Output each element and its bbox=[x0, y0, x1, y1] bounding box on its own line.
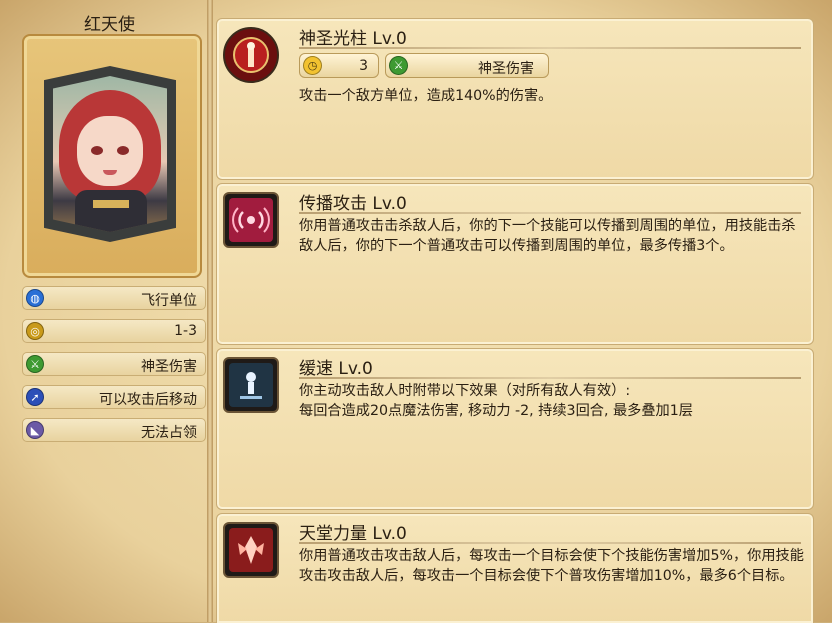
portrait-eye bbox=[91, 146, 103, 155]
damage-type-chip: ⚔ 神圣伤害 bbox=[385, 53, 549, 78]
portrait-armor bbox=[75, 190, 147, 232]
stat-move-after-attack: ➚ 可以攻击后移动 bbox=[22, 385, 206, 409]
slow-icon bbox=[223, 357, 279, 413]
skill-description: 攻击一个敌方单位，造成140%的伤害。 bbox=[299, 88, 553, 104]
clock-icon: ◷ bbox=[303, 56, 322, 75]
skill-description: 你用普通攻击击杀敌人后，你的下一个技能可以传播到周围的单位，用技能击杀敌人后，你… bbox=[299, 218, 796, 254]
portrait-frame bbox=[22, 34, 202, 278]
skill-card-heaven-power: 天堂力量 Lv.0 你用普通攻击攻击敌人后，每攻击一个目标会使下个技能伤害增加5… bbox=[216, 513, 814, 623]
skill-card-spread-attack: 传播攻击 Lv.0 你用普通攻击击杀敌人后，你的下一个技能可以传播到周围的单位，… bbox=[216, 183, 814, 345]
stat-label: 1-3 bbox=[174, 323, 197, 339]
stat-cannot-capture: ◣ 无法占领 bbox=[22, 418, 206, 442]
damage-type-label: 神圣伤害 bbox=[478, 61, 534, 77]
skill-description-line: 每回合造成20点魔法伤害, 移动力 -2, 持续3回合, 最多叠加1层 bbox=[299, 403, 693, 419]
skill-description-line: 你主动攻击敌人时附带以下效果（对所有敌人有效）: bbox=[299, 383, 631, 399]
holy-damage-icon: ⚔ bbox=[26, 355, 44, 373]
skill-description: 你用普通攻击攻击敌人后，每攻击一个目标会使下个技能伤害增加5%，你用技能攻击攻击… bbox=[299, 548, 804, 584]
portrait-armor-trim bbox=[93, 200, 129, 208]
skill-title-underline bbox=[299, 212, 801, 214]
skill-title: 神圣光柱 Lv.0 bbox=[299, 29, 407, 49]
holy-damage-icon: ⚔ bbox=[389, 56, 408, 75]
holy-pillar-icon bbox=[223, 27, 279, 83]
move-after-attack-icon: ➚ bbox=[26, 388, 44, 406]
stat-label: 飞行单位 bbox=[141, 293, 197, 309]
skill-title-underline bbox=[299, 377, 801, 379]
hero-name: 红天使 bbox=[84, 15, 135, 35]
stat-label: 可以攻击后移动 bbox=[99, 392, 197, 408]
range-icon: ◎ bbox=[26, 322, 44, 340]
hero-panel: 红天使 ◍ 飞行单位 ◎ 1-3 ⚔ 神圣伤害 ➚ 可以攻击后移动 ◣ 无法占领 bbox=[12, 0, 207, 622]
heaven-power-icon bbox=[223, 522, 279, 578]
stat-flying-unit: ◍ 飞行单位 bbox=[22, 286, 206, 310]
hero-portrait bbox=[53, 76, 167, 232]
portrait-eye bbox=[117, 146, 129, 155]
cooldown-value: 3 bbox=[359, 58, 368, 74]
skill-title: 缓速 Lv.0 bbox=[299, 359, 373, 379]
stat-label: 无法占领 bbox=[141, 425, 197, 441]
skill-title: 天堂力量 Lv.0 bbox=[299, 524, 407, 544]
panel-divider bbox=[207, 0, 213, 622]
stat-range: ◎ 1-3 bbox=[22, 319, 206, 343]
skill-title-underline bbox=[299, 542, 801, 544]
stat-label: 神圣伤害 bbox=[141, 359, 197, 375]
stat-holy-damage: ⚔ 神圣伤害 bbox=[22, 352, 206, 376]
portrait-inner bbox=[44, 66, 176, 242]
skill-title: 传播攻击 Lv.0 bbox=[299, 194, 407, 214]
skill-description: 你主动攻击敌人时附带以下效果（对所有敌人有效）: 每回合造成20点魔法伤害, 移… bbox=[299, 381, 805, 421]
portrait-face bbox=[77, 116, 143, 186]
flying-unit-icon: ◍ bbox=[26, 289, 44, 307]
spread-attack-icon bbox=[223, 192, 279, 248]
cooldown-chip: ◷ 3 bbox=[299, 53, 379, 78]
skill-title-underline bbox=[299, 47, 801, 49]
skill-card-slow: 缓速 Lv.0 你主动攻击敌人时附带以下效果（对所有敌人有效）: 每回合造成20… bbox=[216, 348, 814, 510]
cannot-capture-icon: ◣ bbox=[26, 421, 44, 439]
skill-card-holy-pillar: 神圣光柱 Lv.0 ◷ 3 ⚔ 神圣伤害 攻击一个敌方单位，造成140%的伤害。 bbox=[216, 18, 814, 180]
